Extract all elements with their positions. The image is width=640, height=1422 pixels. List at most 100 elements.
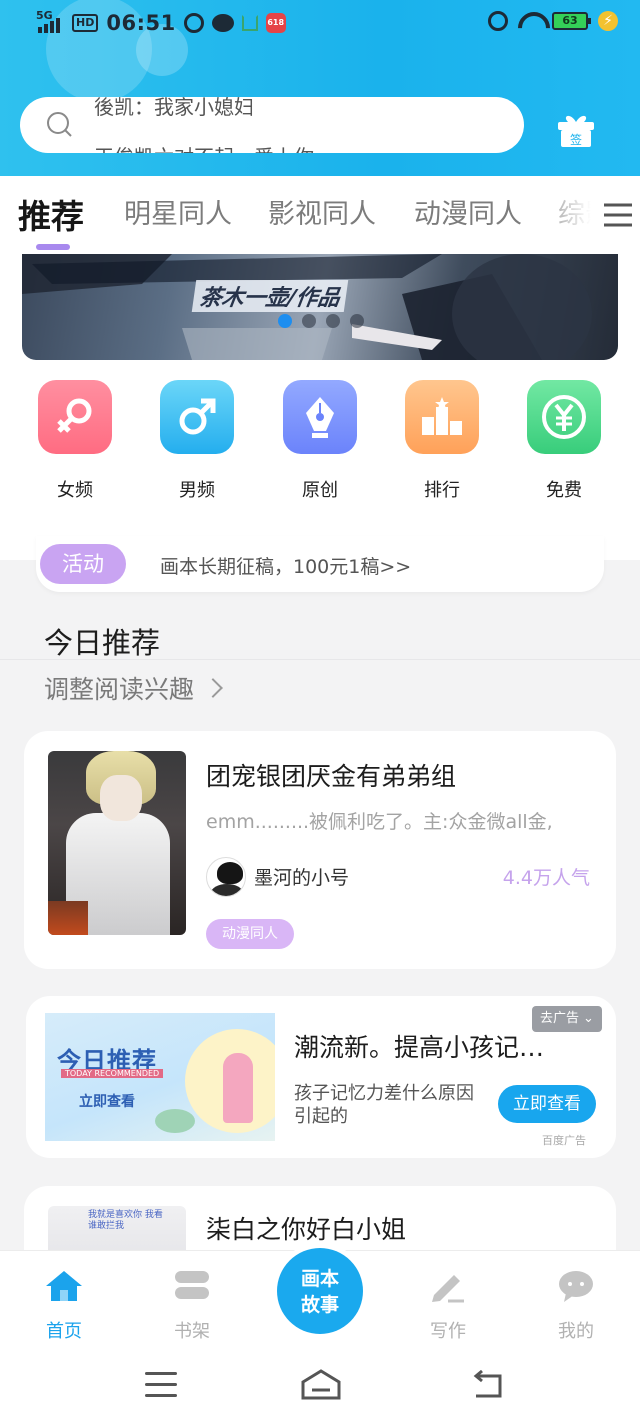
gift-label: 签 bbox=[570, 132, 582, 147]
system-back-icon[interactable] bbox=[472, 1370, 504, 1398]
ad-source: 百度广告 bbox=[542, 1134, 586, 1147]
system-home-icon[interactable] bbox=[300, 1368, 342, 1400]
app-618-icon: 618 bbox=[265, 13, 286, 33]
category-label: 原创 bbox=[302, 480, 338, 501]
system-menu-icon[interactable] bbox=[145, 1372, 177, 1398]
author-name[interactable]: 墨河的小号 bbox=[254, 863, 349, 890]
alarm-icon-right bbox=[488, 11, 508, 31]
carousel-dot bbox=[302, 314, 316, 328]
ad-image: 今日推荐 TODAY RECOMMENDED 立即查看 bbox=[45, 1013, 275, 1141]
category-label: 排行 bbox=[424, 480, 460, 501]
battery-icon: 63 bbox=[552, 12, 591, 30]
tab-active-indicator bbox=[36, 244, 70, 250]
chat-bubble-icon bbox=[559, 1271, 593, 1302]
section-title: 今日推荐 bbox=[44, 626, 161, 660]
signal-icon: 5G bbox=[36, 9, 64, 35]
ad-image-cta: 立即查看 bbox=[79, 1094, 135, 1110]
header: 5G HD 06:51 618 63 ⚡ 後凯：我家小媳妇 王俊凯六对不起，爱上… bbox=[0, 0, 640, 176]
category-label: 免费 bbox=[546, 480, 582, 501]
search-hint-2: 王俊凯六对不起，爱上你 bbox=[94, 141, 314, 153]
section-divider bbox=[0, 659, 640, 660]
wifi-icon bbox=[518, 12, 542, 30]
remove-ad-label: 去广告 bbox=[540, 1011, 580, 1026]
gift-checkin-icon[interactable]: 签 bbox=[556, 112, 596, 148]
alarm-icon bbox=[183, 13, 204, 33]
ad-title: 潮流新。提高小孩记… bbox=[294, 1033, 545, 1062]
category-free[interactable]: 免费 bbox=[519, 380, 609, 502]
nav-mine[interactable]: 我的 bbox=[536, 1269, 616, 1343]
carousel-dot-active bbox=[278, 314, 292, 328]
category-label: 男频 bbox=[179, 480, 215, 501]
category-tabs: 推荐 明星同人 影视同人 动漫同人 综影 bbox=[0, 176, 640, 254]
chevron-right-icon bbox=[203, 678, 223, 698]
story-center-button[interactable]: 画本 故事 bbox=[277, 1248, 363, 1334]
podium-icon bbox=[405, 380, 479, 454]
carousel-dots bbox=[278, 314, 364, 328]
yuan-coin-icon bbox=[527, 380, 601, 454]
nav-bookshelf[interactable]: 书架 bbox=[152, 1269, 232, 1343]
nav-home-label: 首页 bbox=[46, 1321, 82, 1342]
center-button-line2: 故事 bbox=[300, 1294, 339, 1316]
nav-write-label: 写作 bbox=[430, 1321, 466, 1342]
search-icon bbox=[47, 112, 72, 137]
activity-badge: 活动 bbox=[40, 544, 126, 584]
category-male[interactable]: 男频 bbox=[152, 380, 242, 502]
chevron-down-icon: ⌄ bbox=[583, 1011, 594, 1026]
carousel-dot bbox=[350, 314, 364, 328]
pen-nib-icon bbox=[283, 380, 357, 454]
author-row: 墨河的小号 4.4万人气 bbox=[206, 855, 590, 899]
adjust-interest-link[interactable]: 调整阅读兴趣 bbox=[44, 670, 223, 706]
banner-caption: 茶木一壶/作品 bbox=[191, 280, 349, 312]
home-icon bbox=[46, 1271, 82, 1301]
cover-text: 我就是喜欢你 我看谁敢拦我 bbox=[88, 1210, 163, 1231]
activity-notice[interactable]: 活动 画本长期征稿，100元1稿>> bbox=[36, 536, 604, 592]
adjust-interest-label: 调整阅读兴趣 bbox=[44, 675, 195, 704]
category-female[interactable]: 女频 bbox=[30, 380, 120, 502]
category-original[interactable]: 原创 bbox=[275, 380, 365, 502]
ad-card[interactable]: 今日推荐 TODAY RECOMMENDED 立即查看 潮流新。提高小孩记… 孩… bbox=[26, 996, 616, 1158]
girl-illustration bbox=[223, 1053, 253, 1123]
search-hint-carousel: 後凯：我家小媳妇 王俊凯六对不起，爱上你 bbox=[94, 97, 514, 153]
search-bar[interactable]: 後凯：我家小媳妇 王俊凯六对不起，爱上你 bbox=[20, 97, 524, 153]
pencil-icon bbox=[432, 1275, 464, 1303]
search-hint-1: 後凯：我家小媳妇 bbox=[94, 97, 254, 119]
tab-recommend[interactable]: 推荐 bbox=[18, 190, 84, 238]
male-icon bbox=[160, 380, 234, 454]
tab-menu-icon[interactable] bbox=[600, 200, 634, 230]
book-cover bbox=[48, 751, 186, 935]
nav-write[interactable]: 写作 bbox=[408, 1269, 488, 1343]
system-nav-bar bbox=[0, 1350, 640, 1422]
tab-film-fanfic[interactable]: 影视同人 bbox=[268, 192, 376, 231]
activity-text: 画本长期征稿，100元1稿>> bbox=[160, 556, 412, 578]
tab-star-fanfic[interactable]: 明星同人 bbox=[124, 192, 232, 231]
content-top: 茶木一壶/作品 女频 男频 原创 排行 免费 bbox=[0, 254, 640, 560]
female-icon bbox=[38, 380, 112, 454]
bookshelf-icon bbox=[175, 1271, 209, 1299]
ad-view-button[interactable]: 立即查看 bbox=[498, 1085, 596, 1123]
book-title: 柒白之你好白小姐 bbox=[206, 1215, 407, 1244]
popularity-count: 4.4万人气 bbox=[502, 867, 590, 889]
nav-home[interactable]: 首页 bbox=[24, 1269, 104, 1343]
carousel-dot bbox=[326, 314, 340, 328]
home-app-icon bbox=[241, 15, 258, 31]
status-bar: 5G HD 06:51 618 63 ⚡ bbox=[0, 0, 640, 52]
center-button-line1: 画本 bbox=[300, 1268, 339, 1290]
hd-icon: HD bbox=[72, 14, 99, 32]
tab-anime-fanfic[interactable]: 动漫同人 bbox=[414, 192, 522, 231]
category-grid: 女频 男频 原创 排行 免费 bbox=[0, 380, 640, 510]
remove-ad-button[interactable]: 去广告 ⌄ bbox=[532, 1006, 602, 1032]
charging-icon: ⚡ bbox=[598, 11, 618, 31]
book-card[interactable]: 团宠银团厌金有弟弟组 emm.........被佩利吃了。主:众金微all金, … bbox=[24, 731, 616, 969]
wechat-icon bbox=[211, 14, 234, 32]
category-ranking[interactable]: 排行 bbox=[397, 380, 487, 502]
banner-carousel[interactable]: 茶木一壶/作品 bbox=[22, 254, 618, 360]
book-description: emm.........被佩利吃了。主:众金微all金, bbox=[206, 811, 553, 833]
nav-bookshelf-label: 书架 bbox=[174, 1321, 210, 1342]
ad-description: 孩子记忆力差什么原因引起的 bbox=[294, 1083, 474, 1127]
status-time: 06:51 bbox=[106, 11, 176, 35]
ad-image-subtitle: TODAY RECOMMENDED bbox=[61, 1069, 164, 1078]
category-label: 女频 bbox=[57, 480, 93, 501]
book-title: 团宠银团厌金有弟弟组 bbox=[206, 762, 457, 791]
author-avatar[interactable] bbox=[206, 857, 246, 897]
genre-tag[interactable]: 动漫同人 bbox=[206, 919, 294, 949]
